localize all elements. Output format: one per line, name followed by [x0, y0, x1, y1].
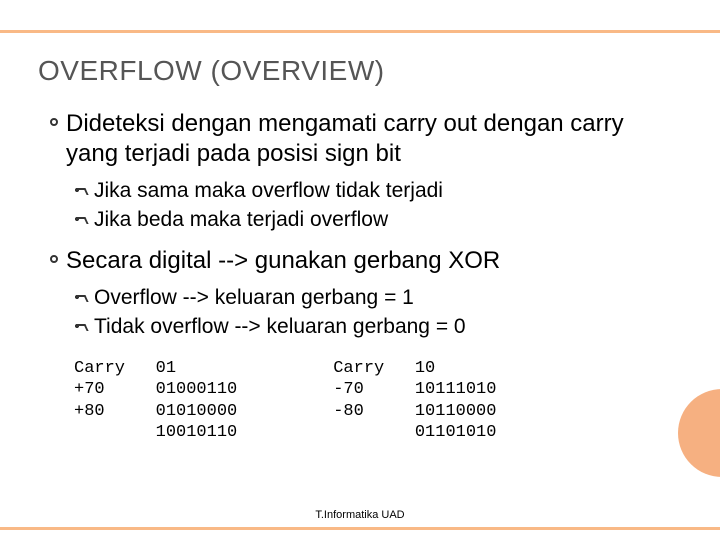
sub-item: Tidak overflow --> keluaran gerbang = 0 — [74, 313, 682, 340]
example-left: Carry 01 +70 01000110 +80 01010000 10010… — [74, 358, 237, 443]
slide-content: OVERFLOW (OVERVIEW) Dideteksi dengan men… — [0, 33, 720, 527]
bullet-item: Dideteksi dengan mengamati carry out den… — [50, 109, 682, 242]
sub-item: Jika beda maka terjadi overflow — [74, 206, 682, 233]
example-right: Carry 10 -70 10111010 -80 10110000 01101… — [333, 358, 496, 443]
slide-frame: OVERFLOW (OVERVIEW) Dideteksi dengan men… — [0, 30, 720, 530]
sub-item: Overflow --> keluaran gerbang = 1 — [74, 284, 682, 311]
examples-row: Carry 01 +70 01000110 +80 01010000 10010… — [74, 358, 682, 443]
bullet-text: Dideteksi dengan mengamati carry out den… — [66, 110, 624, 167]
sub-list: Jika sama maka overflow tidak terjadi Ji… — [66, 169, 682, 242]
footer-text: T.Informatika UAD — [0, 509, 720, 521]
bullet-text: Secara digital --> gunakan gerbang XOR — [66, 247, 500, 274]
bullet-item: Secara digital --> gunakan gerbang XOR O… — [50, 246, 682, 349]
main-list: Dideteksi dengan mengamati carry out den… — [38, 109, 682, 348]
sub-list: Overflow --> keluaran gerbang = 1 Tidak … — [66, 276, 682, 349]
slide-title: OVERFLOW (OVERVIEW) — [38, 55, 682, 87]
sub-item: Jika sama maka overflow tidak terjadi — [74, 177, 682, 204]
